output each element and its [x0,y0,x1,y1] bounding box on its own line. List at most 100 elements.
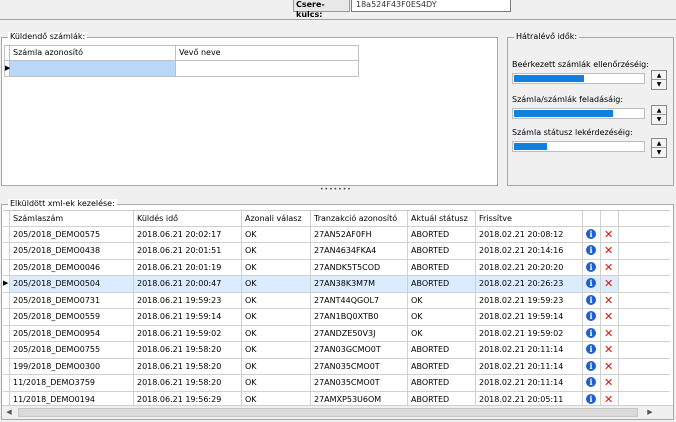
spinner-status[interactable]: ▲ ▼ [651,138,667,158]
info-icon[interactable]: i [586,344,596,354]
splitter-handle[interactable]: ••••••• [320,187,351,193]
col-updated[interactable]: Frissítve [476,211,583,226]
cell-invoice-number: 205/2018_DEMO0731 [10,292,134,308]
row-marker [3,292,10,308]
scroll-thumb[interactable] [18,408,638,417]
new-row-customer-cell[interactable] [176,61,359,77]
col-send-time[interactable]: Küldés idő [134,211,242,226]
cell-transaction-id: 27AN1BQ0XTB0 [311,309,408,325]
info-icon[interactable]: i [586,278,596,288]
delete-icon[interactable]: ✕ [604,243,613,258]
spin-down-icon[interactable]: ▼ [652,80,666,89]
table-row[interactable]: ▶ 205/2018_DEMO0504 2018.06.21 20:00:47 OK 2… [3,276,670,293]
info-cell: i [583,342,601,358]
cell-immediate-response: OK [242,292,311,308]
cell-send-time: 2018.06.21 20:01:19 [134,259,242,275]
info-icon[interactable]: i [586,393,596,404]
col-customer-name[interactable]: Vevő neve [176,45,359,61]
info-icon[interactable]: i [586,311,596,321]
table-row[interactable]: 205/2018_DEMO0046 2018.06.21 20:01:19 OK 27… [3,259,670,276]
info-icon[interactable]: i [586,294,596,305]
spin-up-icon[interactable]: ▲ [652,71,666,80]
col-immediate-response[interactable]: Azonali válasz [242,211,311,226]
info-icon[interactable]: i [586,228,596,239]
cell-send-time: 2018.06.21 19:58:20 [134,375,242,391]
delete-icon[interactable]: ✕ [604,293,613,308]
col-invoice-number[interactable]: Számlaszám [10,211,134,226]
cell-immediate-response: OK [242,309,311,325]
delete-icon[interactable]: ✕ [604,326,613,341]
delete-icon[interactable]: ✕ [604,375,613,390]
delete-icon[interactable]: ✕ [604,276,613,291]
cell-transaction-id: 27AN38K3M7M [311,276,408,292]
cell-current-status: ABORTED [408,342,476,358]
info-icon[interactable]: i [586,245,596,255]
delete-cell: ✕ [601,259,619,275]
delete-icon[interactable]: ✕ [604,227,613,242]
delete-cell: ✕ [601,375,619,391]
exchange-key-value[interactable]: 18a524F43F0ES4DY [351,0,511,12]
cell-invoice-number: 205/2018_DEMO0954 [10,325,134,341]
delete-cell: ✕ [601,276,619,292]
delete-icon[interactable]: ✕ [604,359,613,374]
table-row[interactable]: 205/2018_DEMO0755 2018.06.21 19:58:20 OK 27… [3,342,670,359]
row-marker [3,342,10,358]
delete-cell: ✕ [601,325,619,341]
delete-icon[interactable]: ✕ [604,260,613,275]
spin-down-icon[interactable]: ▼ [652,115,666,124]
table-row[interactable]: 205/2018_DEMO0731 2018.06.21 19:59:23 OK 27… [3,292,670,309]
cell-updated: 2018.02.21 20:11:14 [476,375,583,391]
new-row-invoice-cell[interactable] [10,61,176,77]
spin-up-icon[interactable]: ▲ [652,106,666,115]
delete-cell: ✕ [601,342,619,358]
cell-updated: 2018.02.21 20:26:23 [476,276,583,292]
cell-immediate-response: OK [242,342,311,358]
spinner-submit[interactable]: ▲ ▼ [651,105,667,125]
pending-new-row[interactable]: ▶ [4,61,359,77]
table-row[interactable]: 199/2018_DEMO0300 2018.06.21 19:58:20 OK 27… [3,358,670,375]
sent-xml-title: Elküldött xml-ek kezelése: [8,199,117,209]
table-row[interactable]: 205/2018_DEMO0954 2018.06.21 19:59:02 OK 27… [3,325,670,342]
table-row[interactable]: 11/2018_DEMO3759 2018.06.21 19:58:20 OK 27A… [3,375,670,392]
cell-current-status: OK [408,309,476,325]
col-transaction-id[interactable]: Tranzakció azonosító [311,211,408,226]
cell-updated: 2018.02.21 20:08:12 [476,226,583,242]
row-marker [3,309,10,325]
sent-xml-grid[interactable]: Számlaszám Küldés idő Azonali válasz Tra… [3,210,670,408]
info-cell: i [583,375,601,391]
cell-current-status: OK [408,292,476,308]
scroll-left-icon[interactable]: ◀ [2,406,16,419]
table-row[interactable]: 205/2018_DEMO0559 2018.06.21 19:59:14 OK 27… [3,309,670,326]
info-icon[interactable]: i [586,377,596,387]
cell-immediate-response: OK [242,276,311,292]
cell-immediate-response: OK [242,243,311,259]
info-icon[interactable]: i [586,327,596,338]
pending-invoices-grid[interactable]: Számla azonosító Vevő neve ▶ [4,45,359,77]
cell-updated: 2018.02.21 19:59:02 [476,325,583,341]
progress-bar-status [512,141,645,152]
cell-immediate-response: OK [242,358,311,374]
progress-label-check: Beérkezett számlák ellenőrzéséig: [512,60,649,69]
horizontal-scrollbar[interactable]: ◀ ▶ [2,405,673,419]
col-current-status[interactable]: Aktuál státusz [408,211,476,226]
cell-updated: 2018.02.21 19:59:23 [476,292,583,308]
spinner-check[interactable]: ▲ ▼ [651,70,667,90]
exchange-key-label: Csere-kulcs: [293,0,350,19]
table-row[interactable]: 205/2018_DEMO0438 2018.06.21 20:01:51 OK 27… [3,243,670,260]
info-icon[interactable]: i [586,261,596,272]
cell-send-time: 2018.06.21 20:01:51 [134,243,242,259]
delete-icon[interactable]: ✕ [604,342,613,357]
cell-current-status: ABORTED [408,375,476,391]
table-row[interactable]: 205/2018_DEMO0575 2018.06.21 20:02:17 OK 27… [3,226,670,243]
spin-down-icon[interactable]: ▼ [652,148,666,157]
row-marker [3,375,10,391]
cell-send-time: 2018.06.21 20:02:17 [134,226,242,242]
col-invoice-id[interactable]: Számla azonosító [10,45,176,61]
scroll-right-icon[interactable]: ▶ [643,406,657,419]
col-info [583,211,601,226]
spin-up-icon[interactable]: ▲ [652,139,666,148]
remaining-times-title: Hátralévő idők: [514,32,580,42]
progress-label-status: Számla státusz lekérdezéséig: [512,128,633,137]
info-icon[interactable]: i [586,360,596,371]
delete-icon[interactable]: ✕ [604,309,613,324]
